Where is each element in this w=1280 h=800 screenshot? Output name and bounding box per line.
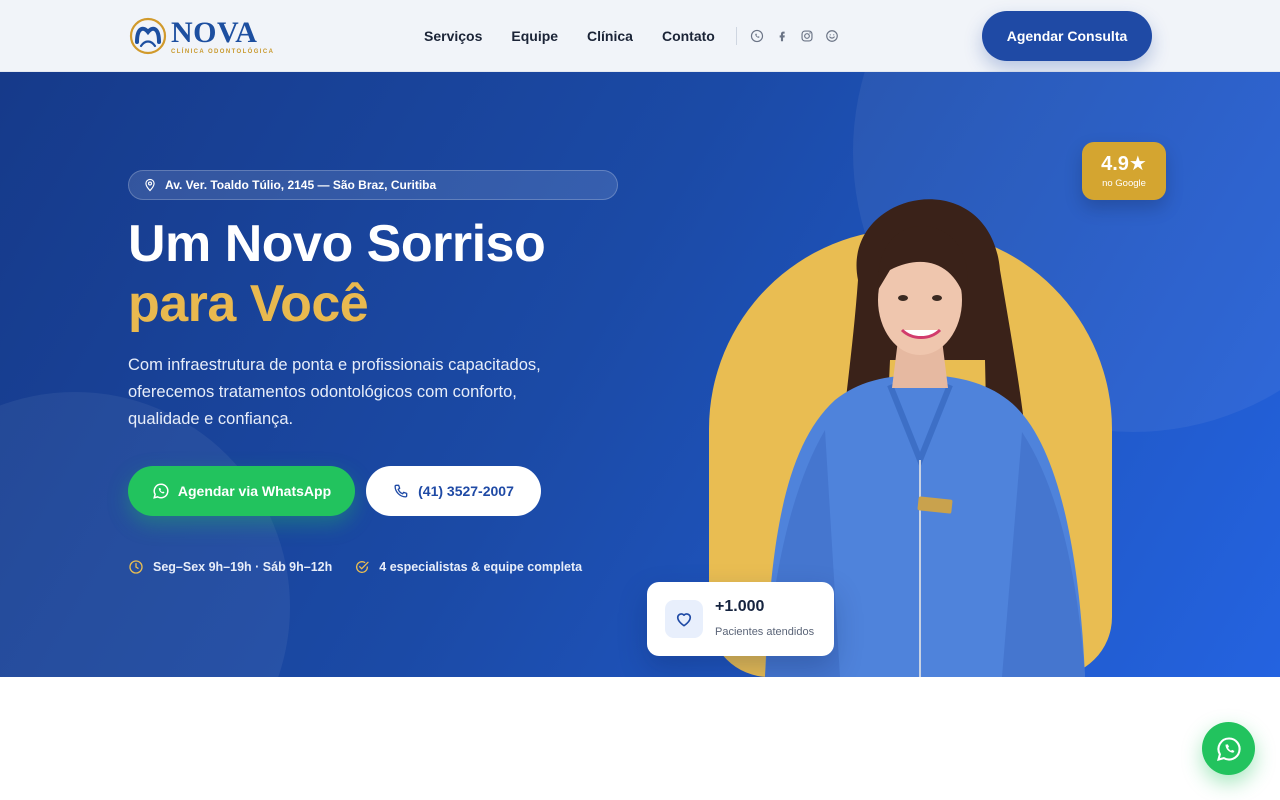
- phone-button-label: (41) 3527-2007: [418, 483, 514, 499]
- hero-section: Av. Ver. Toaldo Túlio, 2145 — São Braz, …: [0, 72, 1280, 677]
- whatsapp-button-label: Agendar via WhatsApp: [177, 483, 332, 499]
- team-info-text: 4 especialistas & equipe completa: [379, 560, 583, 574]
- nav-link-servicos[interactable]: Serviços: [424, 28, 482, 44]
- whatsapp-icon: [153, 483, 169, 499]
- whatsapp-icon: [1216, 736, 1241, 761]
- clinic-info-row: Seg–Sex 9h–19h · Sáb 9h–12h 4 especialis…: [128, 559, 582, 575]
- floating-whatsapp-button[interactable]: [1202, 722, 1255, 775]
- whatsapp-schedule-button[interactable]: Agendar via WhatsApp: [128, 466, 355, 516]
- nav-link-equipe[interactable]: Equipe: [511, 28, 558, 44]
- opening-hours-text: Seg–Sex 9h–19h · Sáb 9h–12h: [153, 560, 333, 574]
- google-rating-badge: 4.9★ no Google: [1082, 142, 1166, 200]
- opening-hours: Seg–Sex 9h–19h · Sáb 9h–12h: [128, 559, 332, 575]
- nav-divider: [735, 27, 737, 45]
- phone-icon: [394, 484, 408, 498]
- location-pin-icon: [145, 178, 155, 192]
- instagram-icon[interactable]: [800, 29, 814, 43]
- hero-title-line2: para Você: [128, 275, 369, 333]
- rating-source: no Google: [1102, 178, 1146, 189]
- brand-name: NOVA: [171, 15, 258, 49]
- patients-count: +1.000: [715, 598, 765, 615]
- address-text: Av. Ver. Toaldo Túlio, 2145 — São Braz, …: [165, 178, 437, 192]
- main-nav: Serviços Equipe Clínica Contato: [424, 0, 850, 72]
- phone-button[interactable]: (41) 3527-2007: [366, 466, 541, 516]
- decorative-circle: [0, 392, 290, 677]
- hero-description: Com infraestrutura de ponta e profission…: [128, 356, 541, 428]
- clock-icon: [129, 560, 143, 574]
- nav-link-clinica[interactable]: Clínica: [587, 28, 633, 44]
- brand-logo[interactable]: NOVA CLÍNICA ODONTOLÓGICA: [128, 14, 274, 58]
- schedule-appointment-button[interactable]: Agendar Consulta: [982, 11, 1152, 61]
- facebook-icon[interactable]: [775, 29, 789, 43]
- patients-label: Pacientes atendidos: [715, 626, 815, 638]
- hero-title-line1: Um Novo Sorriso: [128, 215, 546, 273]
- tooth-logo-icon: [128, 16, 168, 56]
- team-info: 4 especialistas & equipe completa: [354, 559, 582, 575]
- messenger-icon[interactable]: [825, 29, 839, 43]
- brand-tagline: CLÍNICA ODONTOLÓGICA: [171, 48, 275, 55]
- nav-link-contato[interactable]: Contato: [662, 28, 715, 44]
- social-links: [750, 29, 850, 43]
- rating-value: 4.9★: [1101, 153, 1147, 175]
- patients-card: +1.000 Pacientes atendidos: [647, 582, 834, 656]
- site-header: NOVA CLÍNICA ODONTOLÓGICA Serviços Equip…: [0, 0, 1280, 72]
- whatsapp-icon[interactable]: [750, 29, 764, 43]
- heart-icon: [665, 600, 703, 638]
- address-badge: Av. Ver. Toaldo Túlio, 2145 — São Braz, …: [128, 170, 618, 200]
- check-circle-icon: [356, 561, 369, 573]
